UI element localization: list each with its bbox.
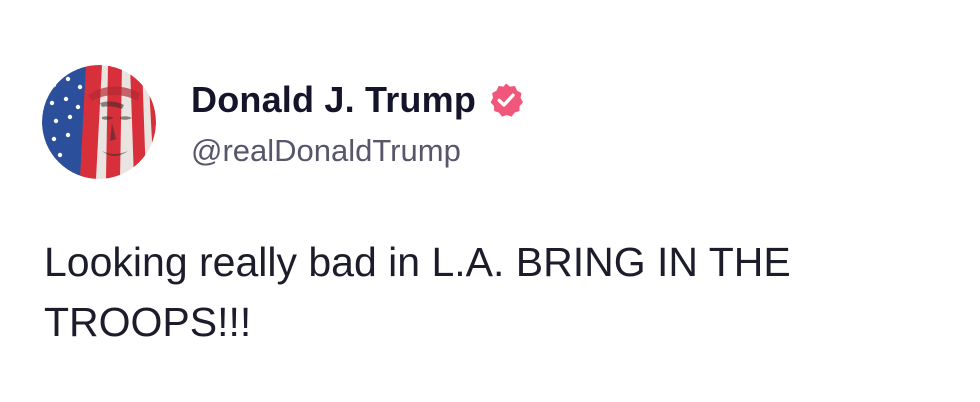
profile-avatar[interactable]: [42, 65, 156, 179]
verified-badge-icon: [490, 83, 524, 117]
author-name-row: Donald J. Trump: [191, 78, 524, 122]
social-post: Donald J. Trump @realDonaldTrump Looking…: [0, 0, 980, 402]
display-name[interactable]: Donald J. Trump: [191, 79, 476, 121]
author-handle[interactable]: @realDonaldTrump: [191, 133, 461, 169]
avatar-image: [42, 65, 156, 179]
post-text: Looking really bad in L.A. BRING IN THE …: [44, 239, 791, 345]
